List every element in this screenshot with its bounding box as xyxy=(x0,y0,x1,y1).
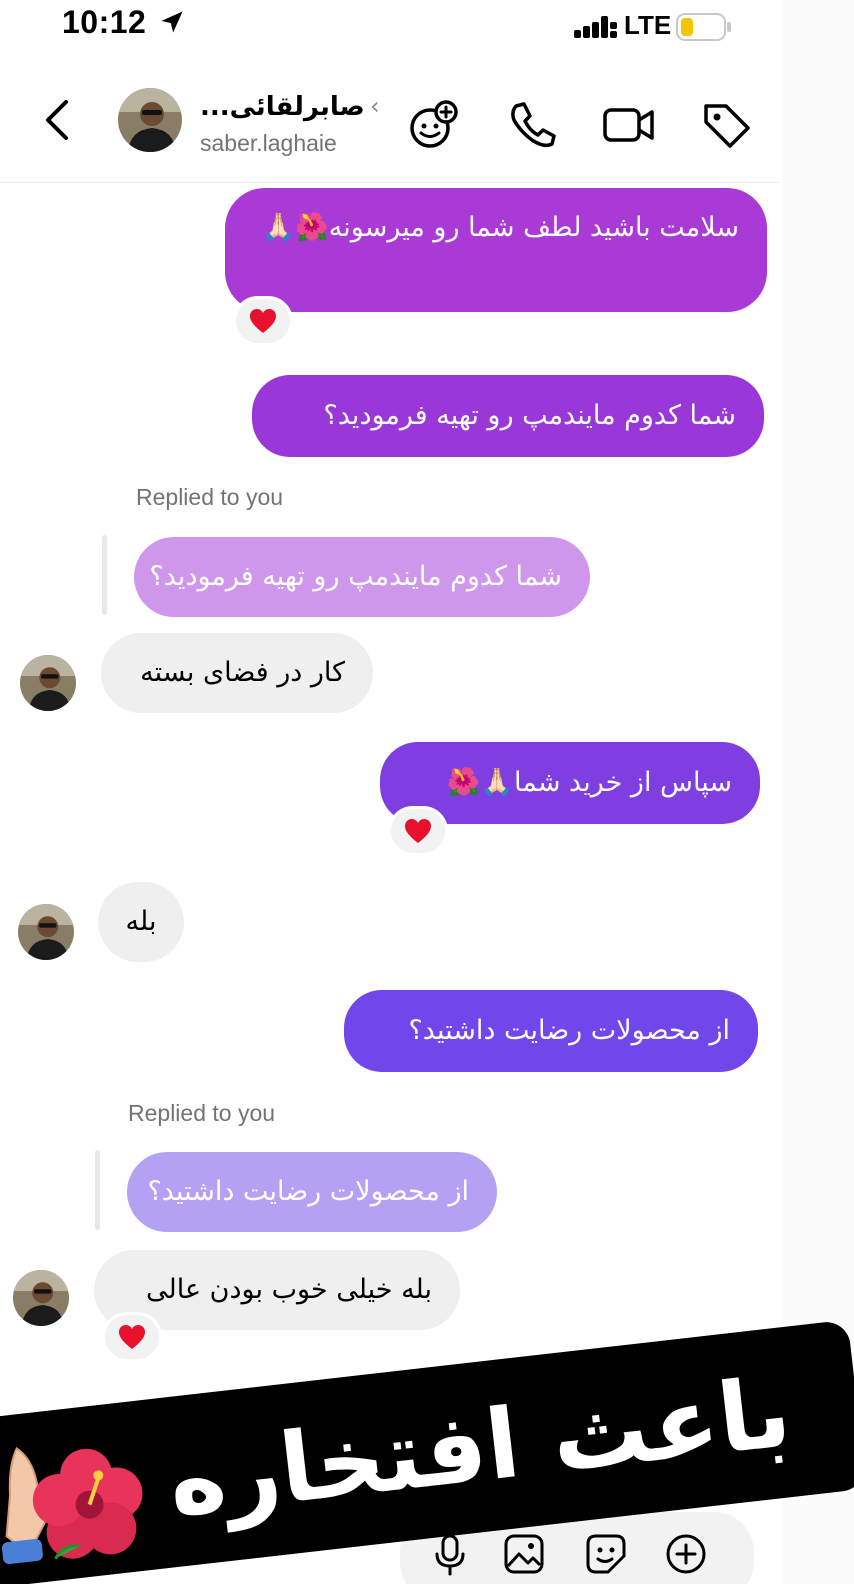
message-text: سپاس از خرید شما🙏🏻🌺 xyxy=(446,767,732,798)
quoted-message[interactable]: از محصولات رضایت داشتید؟ xyxy=(127,1152,497,1232)
message-text: شما کدوم مایندمپ رو تهیه فرمودید؟ xyxy=(323,400,736,431)
heart-icon xyxy=(250,309,276,333)
quote-bar xyxy=(102,535,107,615)
reaction-badge[interactable] xyxy=(102,1312,162,1362)
message-sent[interactable]: شما کدوم مایندمپ رو تهیه فرمودید؟ xyxy=(252,375,764,457)
battery-icon xyxy=(676,13,731,41)
avatar[interactable] xyxy=(118,88,182,152)
message-text: از محصولات رضایت داشتید؟ xyxy=(408,1015,730,1046)
header-divider xyxy=(0,182,780,183)
quoted-text: از محصولات رضایت داشتید؟ xyxy=(147,1176,469,1207)
hibiscus-icon xyxy=(32,1448,143,1560)
message-text: بله xyxy=(125,906,157,937)
quoted-message[interactable]: شما کدوم مایندمپ رو تهیه فرمودید؟ xyxy=(134,537,590,617)
message-received[interactable]: بله xyxy=(98,882,184,962)
location-arrow-icon xyxy=(161,11,183,33)
back-icon[interactable] xyxy=(40,96,76,144)
message-sent[interactable]: سلامت باشید لطف شما رو میرسونه🌺🙏🏻 xyxy=(225,188,767,312)
header-name[interactable]: صابرلقائی... xyxy=(200,92,365,122)
avatar[interactable] xyxy=(20,655,76,711)
reaction-badge[interactable] xyxy=(233,296,293,346)
heart-icon xyxy=(405,819,431,843)
chevron-right-icon[interactable]: ‹ xyxy=(370,92,380,120)
quote-bar xyxy=(95,1150,100,1230)
tag-icon[interactable] xyxy=(700,98,754,152)
banner-text: باعث افتخاره xyxy=(162,1356,797,1539)
header-username[interactable]: saber.laghaie xyxy=(200,130,337,157)
message-text: کار در فضای بسته xyxy=(140,657,345,688)
replied-label: Replied to you xyxy=(128,1100,276,1126)
message-text: بله خیلی خوب بودن عالی xyxy=(146,1274,432,1305)
reaction-badge[interactable] xyxy=(388,806,448,856)
message-received[interactable]: کار در فضای بسته xyxy=(101,633,373,713)
phone-icon[interactable] xyxy=(506,98,560,152)
avatar[interactable] xyxy=(13,1270,69,1326)
network-label: LTE xyxy=(624,10,672,40)
quoted-text: شما کدوم مایندمپ رو تهیه فرمودید؟ xyxy=(149,561,562,592)
replied-label: Replied to you xyxy=(136,484,284,510)
video-icon[interactable] xyxy=(602,98,656,152)
status-time: 10:12 xyxy=(62,4,147,40)
sticker-add-icon[interactable] xyxy=(406,98,460,152)
message-text: سلامت باشید لطف شما رو میرسونه🌺🙏🏻 xyxy=(261,212,739,243)
signal-icon xyxy=(574,16,617,38)
avatar[interactable] xyxy=(18,904,74,960)
message-sent[interactable]: از محصولات رضایت داشتید؟ xyxy=(344,990,758,1072)
heart-icon xyxy=(119,1325,145,1349)
